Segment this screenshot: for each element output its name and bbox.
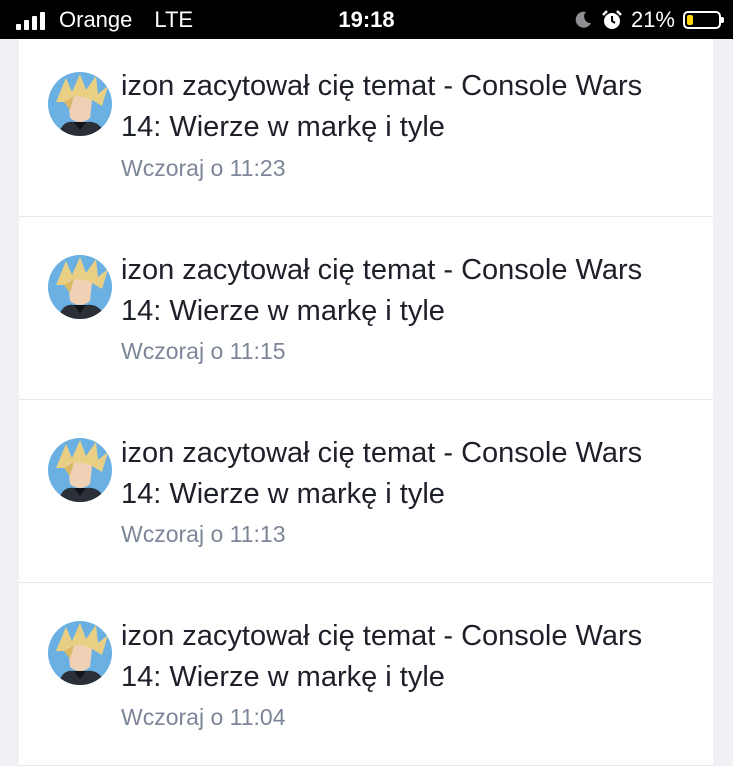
notification-text: izon zacytował cię temat - Console Wars …: [121, 437, 643, 510]
alarm-icon: [602, 9, 622, 29]
notification-text: izon zacytował cię temat - Console Wars …: [121, 254, 643, 327]
notification-text: izon zacytował cię temat - Console Wars …: [121, 620, 643, 693]
status-bar: Orange LTE 19:18 21%: [0, 0, 733, 39]
notification-time: Wczoraj o 11:04: [121, 704, 286, 730]
notification-time: Wczoraj o 11:13: [121, 521, 286, 547]
notification-item[interactable]: izon zacytował cię temat - Console Wars …: [19, 400, 713, 583]
notification-text: izon zacytował cię temat - Console Wars …: [121, 70, 643, 143]
notification-item[interactable]: izon zacytował cię temat - Console Wars …: [19, 217, 713, 400]
battery-percent: 21%: [630, 6, 675, 32]
avatar: [48, 438, 112, 502]
avatar: [48, 621, 112, 685]
avatar: [48, 72, 112, 136]
battery-icon: [683, 10, 724, 29]
notification-item[interactable]: izon zacytował cię temat - Console Wars …: [19, 583, 713, 766]
notification-item[interactable]: izon zacytował cię temat - Console Wars …: [19, 39, 713, 217]
moon-icon: [575, 11, 591, 28]
notification-time: Wczoraj o 11:15: [121, 338, 286, 364]
notification-list: izon zacytował cię temat - Console Wars …: [19, 39, 713, 766]
avatar: [48, 255, 112, 319]
notification-time: Wczoraj o 11:23: [121, 155, 286, 181]
